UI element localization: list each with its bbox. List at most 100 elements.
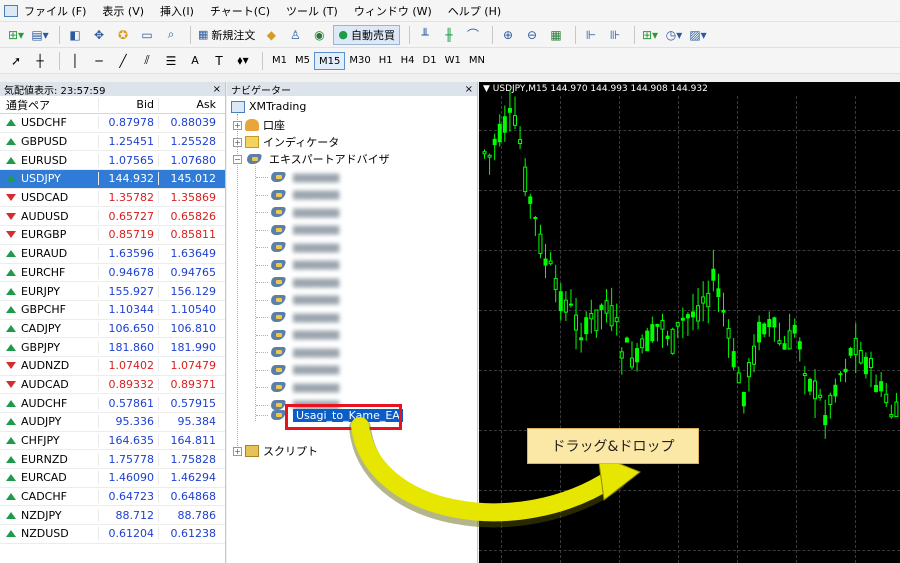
market-watch-row[interactable]: AUDJPY 95.336 95.384 [0, 413, 225, 432]
menu-file[interactable]: ファイル (F) [24, 3, 86, 19]
chart-window[interactable]: ▼ USDJPY,M15 144.970 144.993 144.908 144… [479, 82, 900, 563]
column-bid[interactable]: Bid [98, 98, 158, 111]
market-watch-row[interactable]: EURGBP 0.85719 0.85811 [0, 226, 225, 245]
tree-ea-item[interactable]: ▆▆▆▆▆▆ [256, 310, 339, 324]
candlestick-icon[interactable]: ╫ [439, 25, 459, 45]
text-label-icon[interactable]: T [209, 51, 229, 71]
timeframe-m1[interactable]: M1 [268, 52, 291, 70]
autoscroll-icon[interactable]: ⊩ [581, 25, 601, 45]
profiles-icon[interactable]: ▤▾ [30, 25, 50, 45]
market-watch-row[interactable]: EURUSD 1.07565 1.07680 [0, 151, 225, 171]
chart-shift-icon[interactable]: ⊪ [605, 25, 625, 45]
market-watch-row[interactable]: GBPCHF 1.10344 1.10540 [0, 301, 225, 320]
timeframe-mn[interactable]: MN [465, 52, 489, 70]
tree-ea-item[interactable]: ▆▆▆▆▆▆ [256, 240, 339, 254]
indicators-icon[interactable]: ⊞▾ [640, 25, 660, 45]
market-watch-row[interactable]: AUDCAD 0.89332 0.89371 [0, 376, 225, 395]
crosshair-icon[interactable]: ┼ [30, 51, 50, 71]
fibonacci-icon[interactable]: ☰ [161, 51, 181, 71]
menu-view[interactable]: 表示 (V) [102, 3, 144, 19]
expand-icon[interactable]: + [233, 120, 242, 130]
menu-tools[interactable]: ツール (T) [286, 3, 338, 19]
arrows-icon[interactable]: ⬧▾ [233, 51, 253, 71]
tree-ea-item[interactable]: ▆▆▆▆▆▆ [256, 275, 339, 289]
tile-windows-icon[interactable]: ▦ [546, 25, 566, 45]
auto-trading-button[interactable]: ● 自動売買 [333, 24, 401, 45]
vertical-line-icon[interactable]: │ [65, 51, 85, 71]
tester-icon[interactable]: ⌕ [161, 25, 181, 45]
market-watch-row[interactable]: EURCHF 0.94678 0.94765 [0, 264, 225, 283]
periods-icon[interactable]: ◷▾ [664, 25, 684, 45]
collapse-icon[interactable]: − [233, 154, 242, 164]
market-watch-row[interactable]: CADCHF 0.64723 0.64868 [0, 488, 225, 507]
menu-insert[interactable]: 挿入(I) [160, 3, 194, 19]
market-watch-row[interactable]: AUDNZD 1.07402 1.07479 [0, 357, 225, 376]
market-watch-row[interactable]: GBPUSD 1.25451 1.25528 [0, 133, 225, 152]
tree-root[interactable]: XMTrading [231, 100, 306, 113]
trendline-icon[interactable]: ╱ [113, 51, 133, 71]
market-watch-row[interactable]: USDJPY 144.932 145.012 [0, 170, 225, 189]
zoom-in-icon[interactable]: ⊕ [498, 25, 518, 45]
market-watch-close-button[interactable]: × [213, 84, 221, 95]
market-watch-row[interactable]: CHFJPY 164.635 164.811 [0, 432, 225, 451]
tree-experts[interactable]: − エキスパートアドバイザ [233, 151, 390, 167]
templates-icon[interactable]: ▨▾ [688, 25, 708, 45]
tree-ea-item[interactable]: ▆▆▆▆▆▆ [256, 170, 339, 184]
market-icon[interactable]: ◉ [309, 25, 329, 45]
market-watch-row[interactable]: USDCHF 0.87978 0.88039 [0, 114, 225, 133]
menu-chart[interactable]: チャート(C) [210, 3, 270, 19]
timeframe-h1[interactable]: H1 [375, 52, 397, 70]
tree-ea-item[interactable]: ▆▆▆▆▆▆ [256, 258, 339, 272]
expand-icon[interactable]: + [233, 446, 242, 456]
market-watch-row[interactable]: AUDCHF 0.57861 0.57915 [0, 394, 225, 413]
market-watch-row[interactable]: EURCAD 1.46090 1.46294 [0, 469, 225, 488]
tree-ea-item[interactable]: ▆▆▆▆▆▆ [256, 223, 339, 237]
navigator-close-button[interactable]: × [465, 84, 473, 95]
market-watch-row[interactable]: EURAUD 1.63596 1.63649 [0, 245, 225, 264]
data-window-icon[interactable]: ✥ [89, 25, 109, 45]
market-watch-row[interactable]: NZDUSD 0.61204 0.61238 [0, 525, 225, 544]
tree-ea-item[interactable]: ▆▆▆▆▆▆ [256, 205, 339, 219]
market-watch-row[interactable]: AUDUSD 0.65727 0.65826 [0, 207, 225, 227]
tree-indicators[interactable]: + インディケータ [233, 134, 339, 150]
line-chart-icon[interactable]: ⌒ [463, 25, 483, 45]
new-order-button[interactable]: ▦ 新規注文 [196, 25, 257, 45]
timeframe-m5[interactable]: M5 [291, 52, 314, 70]
new-chart-icon[interactable]: ⊞▾ [6, 25, 26, 45]
terminal-icon[interactable]: ▭ [137, 25, 157, 45]
text-tool[interactable]: A [185, 51, 205, 71]
column-symbol[interactable]: 通貨ペア [0, 97, 98, 113]
timeframe-w1[interactable]: W1 [441, 52, 465, 70]
tree-ea-item[interactable]: ▆▆▆▆▆▆ [256, 328, 339, 342]
tree-ea-item[interactable]: ▆▆▆▆▆▆ [256, 345, 339, 359]
timeframe-h4[interactable]: H4 [397, 52, 419, 70]
tree-scripts[interactable]: + スクリプト [233, 443, 318, 459]
expand-icon[interactable]: + [233, 137, 242, 147]
channel-icon[interactable]: ⫽ [137, 51, 157, 71]
metaeditor-icon[interactable]: ◆ [261, 25, 281, 45]
menu-help[interactable]: ヘルプ (H) [448, 3, 501, 19]
market-watch-row[interactable]: USDCAD 1.35782 1.35869 [0, 189, 225, 208]
menu-window[interactable]: ウィンドウ (W) [354, 3, 432, 19]
market-watch-row[interactable]: EURNZD 1.75778 1.75828 [0, 450, 225, 470]
cursor-icon[interactable]: ➚ [6, 51, 26, 71]
tree-ea-item[interactable]: ▆▆▆▆▆▆ [256, 363, 339, 377]
market-watch-row[interactable]: GBPJPY 181.860 181.990 [0, 338, 225, 357]
column-ask[interactable]: Ask [158, 98, 220, 111]
tree-ea-item[interactable]: ▆▆▆▆▆▆ [256, 380, 339, 394]
market-watch-row[interactable]: CADJPY 106.650 106.810 [0, 320, 225, 339]
tree-ea-item[interactable]: ▆▆▆▆▆▆ [256, 188, 339, 202]
tree-ea-item[interactable]: ▆▆▆▆▆▆ [256, 293, 339, 307]
navigator-icon[interactable]: ✪ [113, 25, 133, 45]
timeframe-m30[interactable]: M30 [345, 52, 374, 70]
timeframe-m15[interactable]: M15 [314, 51, 346, 70]
tree-accounts[interactable]: + 口座 [233, 117, 285, 133]
zoom-out-icon[interactable]: ⊖ [522, 25, 542, 45]
horizontal-line-icon[interactable]: ─ [89, 51, 109, 71]
timeframe-d1[interactable]: D1 [419, 52, 441, 70]
bar-chart-icon[interactable]: ╨ [415, 25, 435, 45]
market-watch-row[interactable]: NZDJPY 88.712 88.786 [0, 506, 225, 526]
signals-icon[interactable]: ♙ [285, 25, 305, 45]
market-watch-icon[interactable]: ◧ [65, 25, 85, 45]
market-watch-row[interactable]: EURJPY 155.927 156.129 [0, 282, 225, 301]
